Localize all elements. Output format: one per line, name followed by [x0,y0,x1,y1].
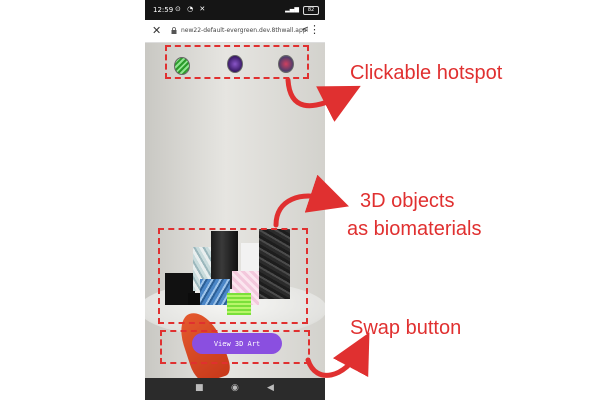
swap-annotation-label: Swap button [350,317,462,339]
annotation-arrows [273,77,370,378]
swap-arrow [305,332,370,378]
objects-annotation-label-1: 3D objects [360,190,455,212]
objects-arrow [273,174,349,228]
hotspot-arrow [285,77,361,122]
hotspot-annotation-label: Clickable hotspot [350,62,503,84]
objects-annotation-label-2: as biomaterials [347,218,482,240]
